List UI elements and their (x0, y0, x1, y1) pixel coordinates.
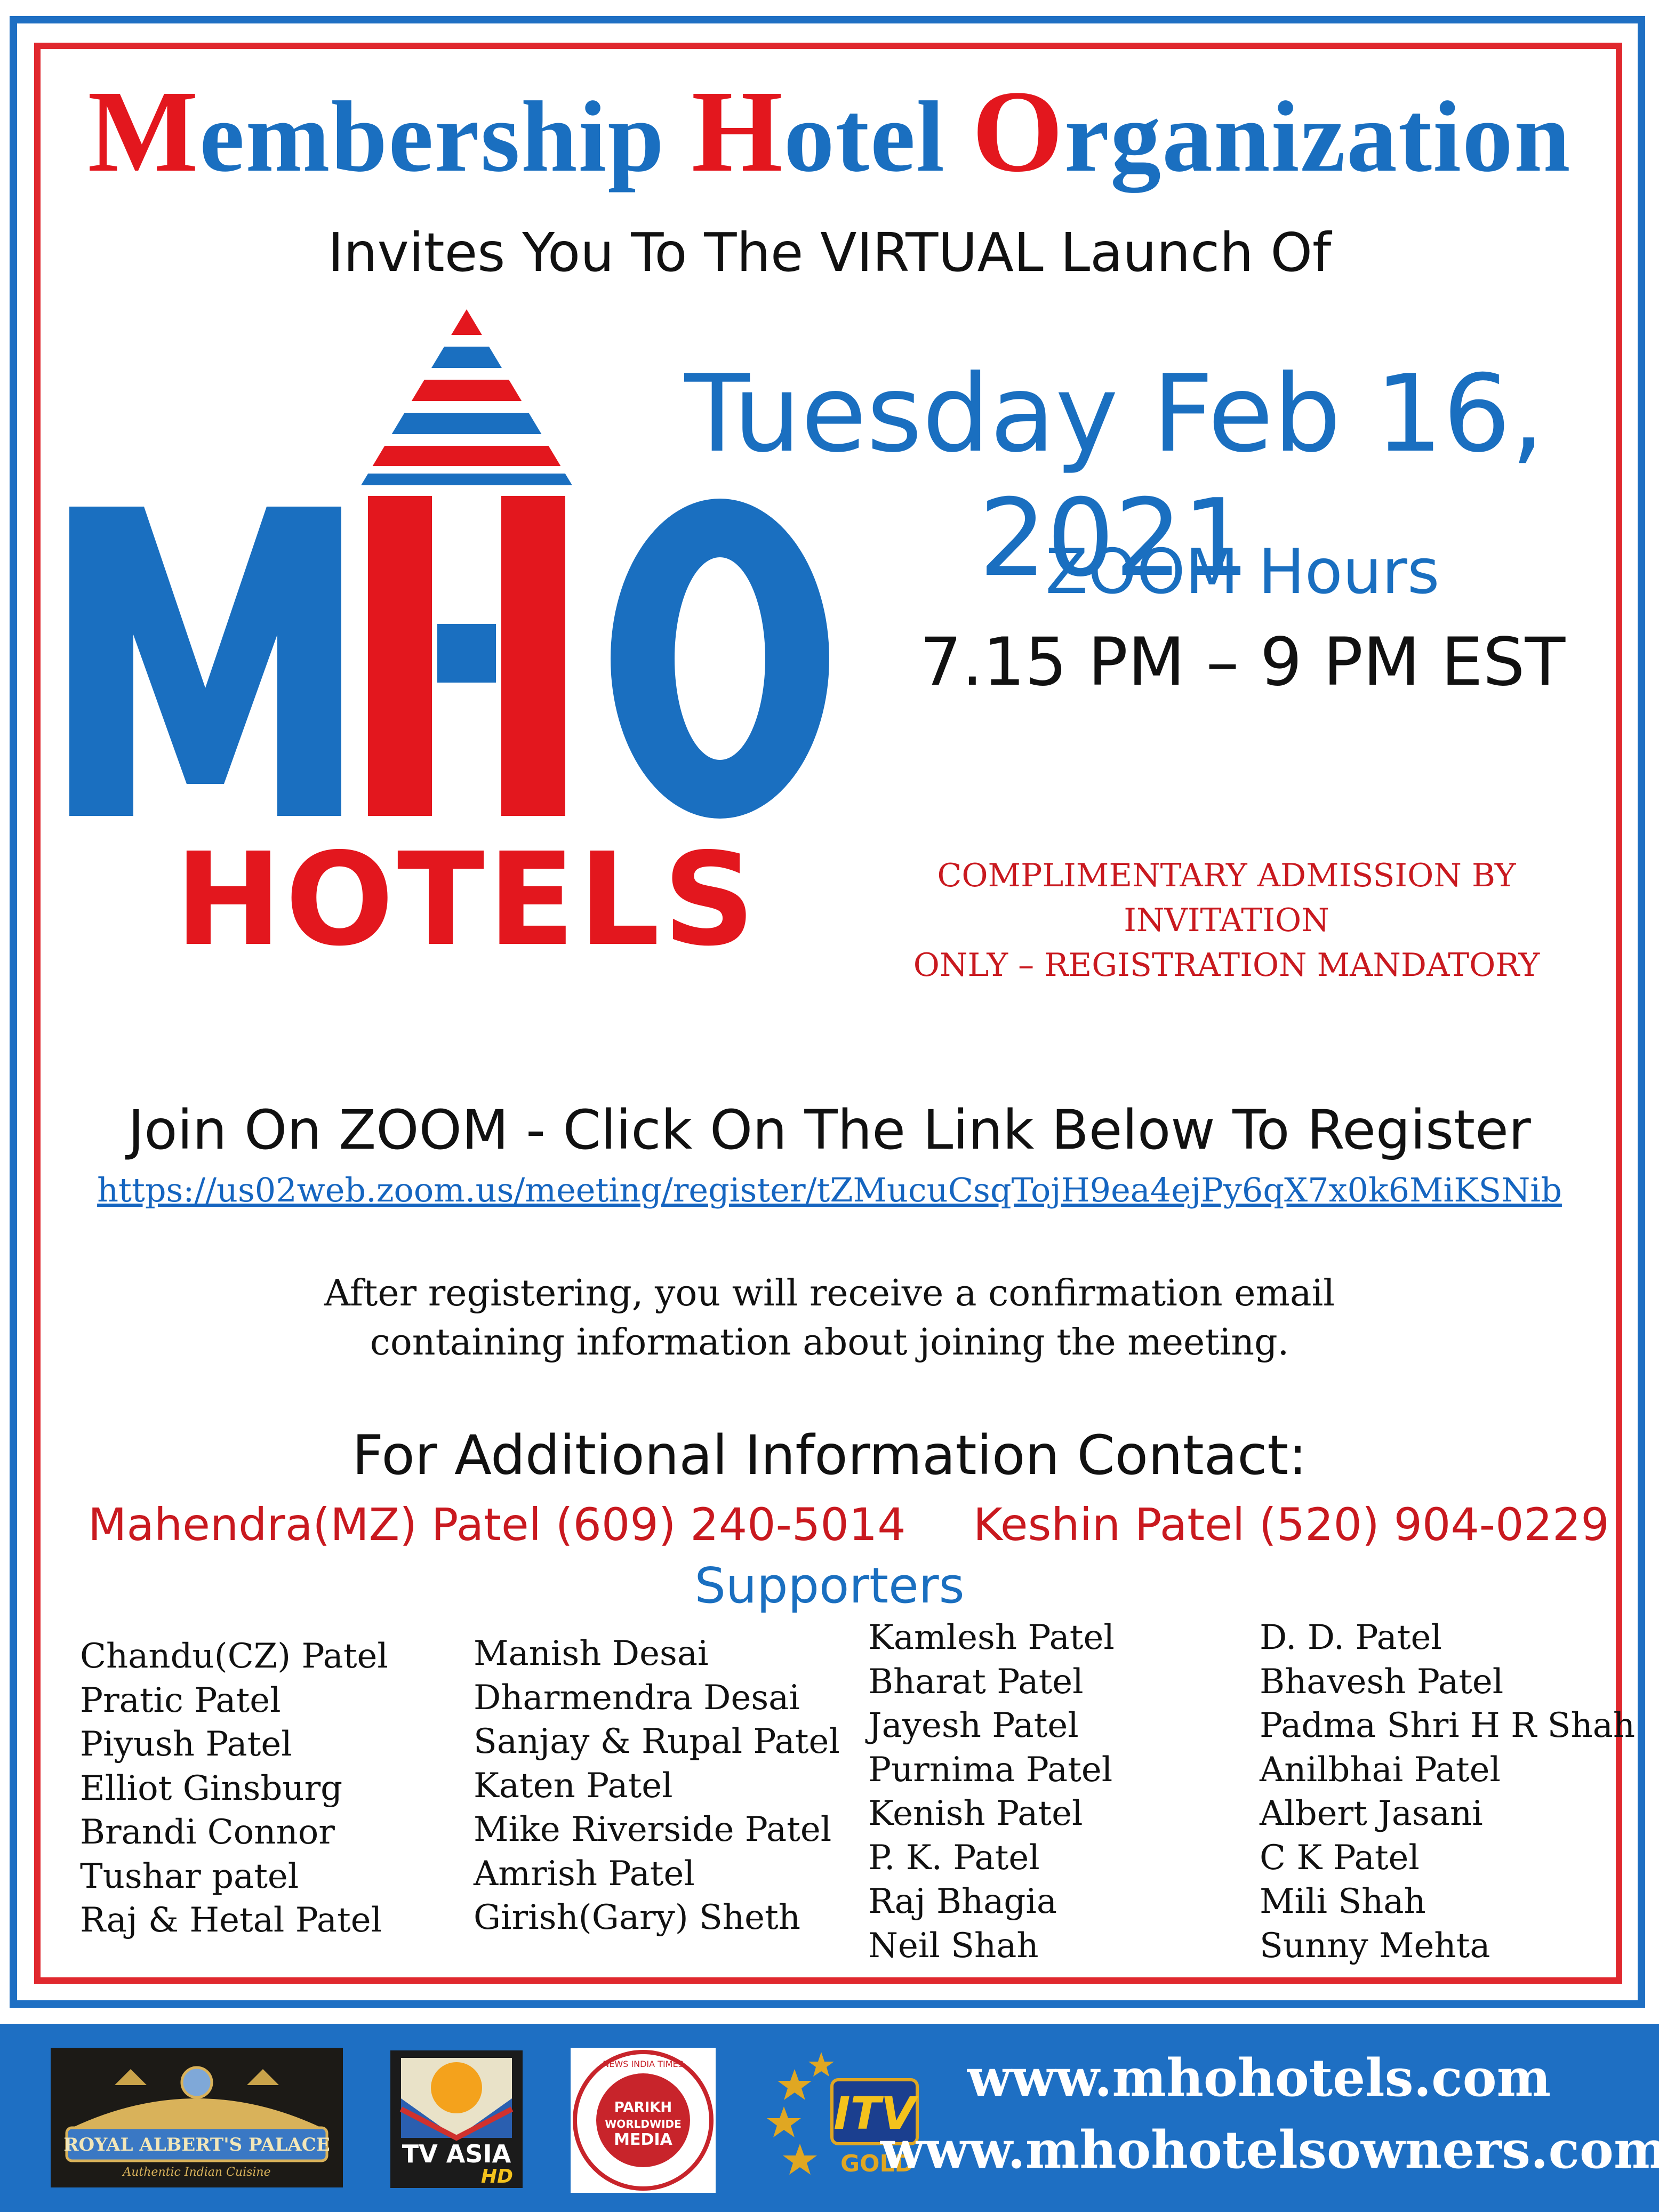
supporter-name: Bhavesh Patel (1260, 1662, 1504, 1702)
supporter-name: Anilbhai Patel (1260, 1750, 1501, 1790)
supporter-name: Kenish Patel (868, 1794, 1083, 1833)
confirmation-line-2: containing information about joining the… (370, 1321, 1289, 1364)
supporter-name: Piyush Patel (80, 1725, 292, 1764)
logo-letter-m (69, 507, 341, 816)
supporters-column-1: Chandu(CZ) Patel Pratic Patel Piyush Pat… (80, 1634, 388, 1943)
website-link-mhohotels[interactable]: www.mhohotels.com (880, 2048, 1638, 2108)
tv-asia-tagline: HD (481, 2166, 513, 2187)
logo-wordmark: HOTELS (175, 825, 758, 971)
supporter-name: Manish Desai (474, 1634, 709, 1673)
zoom-time: 7.15 PM – 9 PM EST (919, 624, 1566, 701)
supporter-name: P. K. Patel (868, 1838, 1040, 1878)
supporter-name: Katen Patel (474, 1766, 673, 1806)
supporter-name: Tushar patel (80, 1856, 299, 1896)
supporters-column-3: Kamlesh Patel Bharat Patel Jayesh Patel … (868, 1616, 1115, 1968)
contact-heading: For Additional Information Contact: (352, 1424, 1307, 1487)
parikh-tagline: NEWS INDIA TIMES (603, 2059, 683, 2069)
confirmation-line-1: After registering, you will receive a co… (324, 1272, 1335, 1315)
supporter-name: Pratic Patel (80, 1680, 281, 1720)
supporter-name: Elliot Ginsburg (80, 1768, 343, 1808)
svg-text:WORLDWIDE: WORLDWIDE (605, 2118, 682, 2130)
supporter-name: Amrish Patel (474, 1854, 695, 1894)
supporter-name: Brandi Connor (80, 1813, 335, 1852)
contact-person-2: Keshin Patel (520) 904-0229 (973, 1498, 1609, 1551)
supporters-column-4: D. D. Patel Bhavesh Patel Padma Shri H R… (1260, 1616, 1635, 1968)
confirmation-note: After registering, you will receive a co… (0, 1269, 1659, 1367)
supporter-name: Mili Shah (1260, 1882, 1426, 1921)
tv-asia-logo: TV ASIA HD (390, 2050, 523, 2188)
supporter-name: Chandu(CZ) Patel (80, 1637, 388, 1676)
supporter-name: Sanjay & Rupal Patel (474, 1722, 840, 1761)
supporter-name: Sunny Mehta (1260, 1926, 1490, 1966)
supporter-name: D. D. Patel (1260, 1618, 1442, 1657)
page-title: Membership Hotel Organization (87, 66, 1572, 196)
supporter-name: Jayesh Patel (868, 1706, 1079, 1745)
supporter-name: Raj Bhagia (868, 1882, 1057, 1921)
supporter-name: Padma Shri H R Shah (1260, 1706, 1636, 1745)
contact-person-1: Mahendra(MZ) Patel (609) 240-5014 (88, 1498, 906, 1551)
parikh-worldwide-media-logo: PARIKH WORLDWIDE MEDIA NEWS INDIA TIMES (571, 2048, 716, 2193)
tv-asia-name: TV ASIA (402, 2139, 511, 2168)
admission-line-1: COMPLIMENTARY ADMISSION BY INVITATION (937, 857, 1516, 939)
royal-alberts-palace-name: ROYAL ALBERT'S PALACE (63, 2134, 330, 2155)
royal-alberts-palace-tagline: Authentic Indian Cuisine (122, 2166, 270, 2179)
supporters-heading: Supporters (694, 1557, 965, 1614)
supporter-name: Neil Shah (868, 1926, 1039, 1966)
registration-link[interactable]: https://us02web.zoom.us/meeting/register… (0, 1171, 1659, 1209)
supporter-name: Raj & Hetal Patel (80, 1901, 382, 1940)
supporter-name: Dharmendra Desai (474, 1678, 800, 1718)
supporter-name: Albert Jasani (1260, 1794, 1483, 1833)
admission-line-2: ONLY – REGISTRATION MANDATORY (913, 947, 1540, 984)
supporter-name: Bharat Patel (868, 1662, 1084, 1702)
supporter-name: Girish(Gary) Sheth (474, 1898, 800, 1937)
supporter-name: C K Patel (1260, 1838, 1420, 1878)
admission-notice: COMPLIMENTARY ADMISSION BY INVITATION ON… (843, 853, 1610, 988)
join-heading: Join On ZOOM - Click On The Link Below T… (128, 1099, 1531, 1162)
supporter-name: Mike Riverside Patel (474, 1810, 832, 1849)
svg-text:PARIKH: PARIKH (614, 2099, 672, 2115)
svg-text:MEDIA: MEDIA (614, 2130, 672, 2149)
invite-subtitle: Invites You To The VIRTUAL Launch Of (327, 221, 1332, 284)
supporters-column-2: Manish Desai Dharmendra Desai Sanjay & R… (474, 1632, 840, 1940)
zoom-hours-label: ZOOM Hours (1045, 536, 1440, 608)
supporter-name: Purnima Patel (868, 1750, 1113, 1790)
supporter-name: Kamlesh Patel (868, 1618, 1115, 1657)
royal-alberts-palace-logo: ROYAL ALBERT'S PALACE Authentic Indian C… (51, 2048, 343, 2187)
website-link-mhohotelsowners[interactable]: www.mhohotelsowners.com (880, 2120, 1659, 2180)
